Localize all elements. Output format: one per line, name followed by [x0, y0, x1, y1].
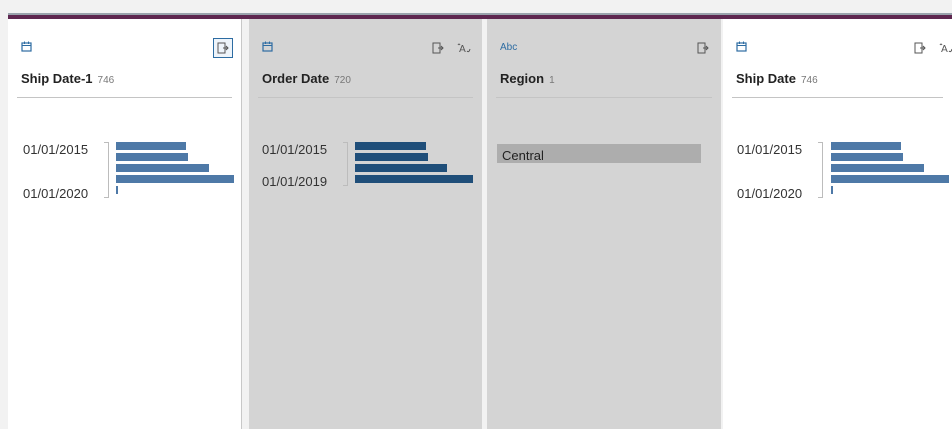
header-divider — [732, 97, 943, 98]
histogram-bar[interactable] — [831, 175, 949, 183]
rename-icon[interactable]: A — [936, 38, 952, 58]
header-divider — [17, 97, 232, 98]
range-start-label: 01/01/2015 — [23, 142, 89, 157]
value-label: Central — [502, 148, 544, 163]
range-end-label: 01/01/2020 — [737, 186, 803, 201]
histogram-bar[interactable] — [355, 175, 473, 183]
split-icon[interactable] — [213, 38, 233, 58]
histogram-bar[interactable] — [355, 153, 428, 161]
histogram-bar[interactable] — [116, 142, 186, 150]
svg-text:A: A — [459, 44, 466, 54]
header-divider — [258, 97, 473, 98]
svg-text:A: A — [941, 44, 948, 54]
field-card-ship-date-1[interactable]: Ship Date-1 746 01/01/2015 01/01/2020 — [8, 19, 242, 429]
calendar-icon — [21, 41, 32, 52]
field-name: Ship Date-1 746 — [21, 71, 115, 86]
field-count: 746 — [97, 75, 115, 86]
histogram-bar[interactable] — [831, 186, 833, 194]
histogram-bar[interactable] — [116, 175, 234, 183]
field-count: 1 — [549, 75, 555, 86]
range-bracket — [104, 142, 109, 198]
rename-icon[interactable]: A — [454, 38, 474, 58]
field-count: 746 — [800, 75, 818, 86]
range-bracket — [818, 142, 823, 198]
split-icon[interactable] — [428, 38, 448, 58]
histogram-bar[interactable] — [116, 153, 188, 161]
range-end-label: 01/01/2019 — [262, 174, 328, 189]
field-count: 720 — [334, 75, 351, 86]
abc-icon: Abc — [500, 42, 518, 53]
split-icon[interactable] — [910, 38, 930, 58]
range-start-label: 01/01/2015 — [737, 142, 803, 157]
field-name: Region 1 — [500, 71, 555, 86]
field-name: Order Date 720 — [262, 71, 351, 86]
range-end-label: 01/01/2020 — [23, 186, 89, 201]
field-card-ship-date[interactable]: A Ship Date 746 01/01/2015 01/01/2020 — [723, 19, 952, 429]
field-name: Ship Date 746 — [736, 71, 818, 86]
histogram-bar[interactable] — [116, 164, 209, 172]
histogram-bar[interactable] — [355, 164, 447, 172]
histogram-bar[interactable] — [355, 142, 426, 150]
field-card-region[interactable]: Abc Region 1 Central — [487, 19, 721, 429]
histogram-bar[interactable] — [831, 153, 903, 161]
header-divider — [496, 97, 712, 98]
histogram-bar[interactable] — [116, 186, 118, 194]
calendar-icon — [736, 41, 747, 52]
field-card-order-date[interactable]: A Order Date 720 01/01/2015 01/01/2019 — [249, 19, 482, 429]
calendar-icon — [262, 41, 273, 52]
split-icon[interactable] — [693, 38, 713, 58]
range-start-label: 01/01/2015 — [262, 142, 328, 157]
histogram-bar[interactable] — [831, 164, 924, 172]
range-bracket — [343, 142, 348, 186]
histogram-bar[interactable] — [831, 142, 901, 150]
